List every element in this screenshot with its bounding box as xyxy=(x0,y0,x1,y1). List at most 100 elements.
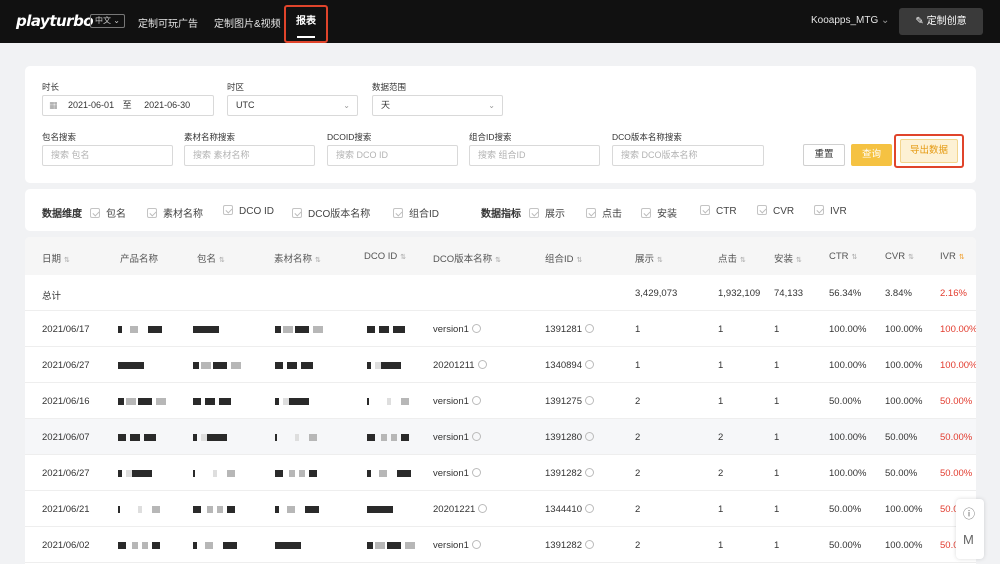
metric-checkbox-installs[interactable]: 安装 xyxy=(641,205,677,220)
account-menu[interactable]: Kooapps_MTG ⌄ xyxy=(811,15,889,26)
info-icon[interactable] xyxy=(471,324,481,333)
header-material[interactable]: 素材名称 ⇅ xyxy=(274,251,321,265)
info-icon[interactable] xyxy=(584,324,594,333)
info-icon[interactable] xyxy=(471,432,481,441)
info-icon[interactable] xyxy=(584,360,594,369)
row-material-redacted xyxy=(275,398,333,405)
info-icon[interactable] xyxy=(477,360,487,369)
nav-playable-ads[interactable]: 定制可玩广告 xyxy=(138,15,198,30)
header-cvr[interactable]: CVR ⇅ xyxy=(885,251,914,262)
redaction-block xyxy=(219,398,231,405)
dco-id-search-input[interactable]: 搜索 DCO ID xyxy=(327,145,458,166)
info-icon[interactable] xyxy=(471,396,481,405)
redaction-block xyxy=(367,398,369,405)
header-impressions[interactable]: 展示 ⇅ xyxy=(635,251,663,265)
redaction-block xyxy=(130,326,138,333)
redaction-block xyxy=(299,470,305,477)
info-icon[interactable] xyxy=(584,432,594,441)
nav-reports[interactable]: 报表 xyxy=(284,5,328,43)
row-date: 2021/06/17 xyxy=(42,324,90,335)
dimension-checkbox-material[interactable]: 素材名称 xyxy=(147,205,203,220)
header-installs[interactable]: 安装 ⇅ xyxy=(774,251,802,265)
dimension-checkbox-dco-id[interactable]: DCO ID xyxy=(223,205,274,217)
total-installs: 74,133 xyxy=(774,288,804,299)
header-package[interactable]: 包名 ⇅ xyxy=(197,251,225,265)
dimension-checkbox-dco-version[interactable]: DCO版本名称 xyxy=(292,205,370,220)
nav-images-videos[interactable]: 定制图片&视频 xyxy=(214,15,281,30)
info-icon[interactable] xyxy=(584,468,594,477)
table-row: 2021/06/16 version1 1391275 2 1 1 50.00% 100.00… xyxy=(25,383,976,419)
row-package-redacted xyxy=(193,470,251,477)
data-range-select[interactable]: 天 ⌄ xyxy=(372,95,503,116)
checkbox-icon xyxy=(529,208,539,218)
redaction-block xyxy=(132,470,152,477)
metric-label: 安装 xyxy=(657,209,677,220)
query-button[interactable]: 查询 xyxy=(851,144,892,166)
dimension-checkbox-group-id[interactable]: 组合ID xyxy=(393,205,439,220)
redaction-block xyxy=(309,470,317,477)
row-product-redacted xyxy=(118,434,176,441)
total-cvr: 3.84% xyxy=(885,288,912,299)
mail-icon[interactable]: M xyxy=(963,532,974,547)
redaction-block xyxy=(205,398,215,405)
header-clicks[interactable]: 点击 ⇅ xyxy=(718,251,746,265)
metric-checkbox-clicks[interactable]: 点击 xyxy=(586,205,622,220)
total-impressions: 3,429,073 xyxy=(635,288,678,299)
header-date[interactable]: 日期 ⇅ xyxy=(42,251,70,265)
row-dco-id-redacted xyxy=(367,506,425,513)
header-ctr[interactable]: CTR ⇅ xyxy=(829,251,857,262)
row-installs: 1 xyxy=(774,432,780,443)
help-icon[interactable]: ⓘ xyxy=(963,505,975,522)
row-dco-version: version1 xyxy=(433,396,481,407)
metric-checkbox-ivr[interactable]: IVR xyxy=(814,205,847,217)
row-clicks: 1 xyxy=(718,540,724,551)
checkbox-icon xyxy=(814,205,824,215)
header-dco-version[interactable]: DCO版本名称 ⇅ xyxy=(433,251,501,265)
info-icon[interactable] xyxy=(471,468,481,477)
row-dco-id-redacted xyxy=(367,362,425,369)
checkbox-icon xyxy=(757,205,767,215)
group-id-search-input[interactable]: 搜索 组合ID xyxy=(469,145,600,166)
timezone-select[interactable]: UTC ⌄ xyxy=(227,95,358,116)
date-range-picker[interactable]: ▦ 2021-06-01 至 2021-06-30 xyxy=(42,95,214,116)
header-label: DCO ID xyxy=(364,251,398,262)
header-ivr[interactable]: IVR ⇅ xyxy=(940,251,965,262)
redaction-block xyxy=(367,434,375,441)
metric-checkbox-impressions[interactable]: 展示 xyxy=(529,205,565,220)
row-package-redacted xyxy=(193,362,251,369)
row-material-redacted xyxy=(275,326,333,333)
row-product-redacted xyxy=(118,506,176,513)
info-icon[interactable] xyxy=(471,540,481,549)
metric-checkbox-ctr[interactable]: CTR xyxy=(700,205,737,217)
export-data-button[interactable]: 导出数据 xyxy=(900,139,958,163)
row-impressions: 2 xyxy=(635,504,641,515)
redaction-block xyxy=(275,542,301,549)
chevron-down-icon: ⌄ xyxy=(113,16,120,25)
row-group-id: 1391282 xyxy=(545,468,594,479)
metric-checkbox-cvr[interactable]: CVR xyxy=(757,205,794,217)
row-cvr: 100.00% xyxy=(885,540,923,551)
package-search-input[interactable]: 搜索 包名 xyxy=(42,145,173,166)
row-clicks: 1 xyxy=(718,324,724,335)
redaction-block xyxy=(309,434,317,441)
row-ctr: 50.00% xyxy=(829,504,862,515)
sort-icon: ⇅ xyxy=(315,257,321,264)
checkbox-icon xyxy=(147,208,157,218)
header-dco-id[interactable]: DCO ID ⇅ xyxy=(364,251,406,262)
info-icon[interactable] xyxy=(584,504,594,513)
info-icon[interactable] xyxy=(584,396,594,405)
info-icon[interactable] xyxy=(584,540,594,549)
row-group-id: 1391281 xyxy=(545,324,594,335)
redaction-block xyxy=(283,326,293,333)
header-group-id[interactable]: 组合ID ⇅ xyxy=(545,251,582,265)
language-selector[interactable]: 中文 ⌄ xyxy=(90,14,125,28)
material-search-input[interactable]: 搜索 素材名称 xyxy=(184,145,315,166)
create-creative-button[interactable]: ✎ 定制创意 xyxy=(899,8,983,35)
redaction-block xyxy=(275,326,281,333)
dimension-checkbox-package[interactable]: 包名 xyxy=(90,205,126,220)
info-icon[interactable] xyxy=(478,504,488,513)
row-ctr: 50.00% xyxy=(829,540,862,551)
playturbo-logo[interactable]: playturbo xyxy=(16,12,94,30)
dco-version-search-input[interactable]: 搜索 DCO版本名称 xyxy=(612,145,764,166)
reset-button[interactable]: 重置 xyxy=(803,144,845,166)
